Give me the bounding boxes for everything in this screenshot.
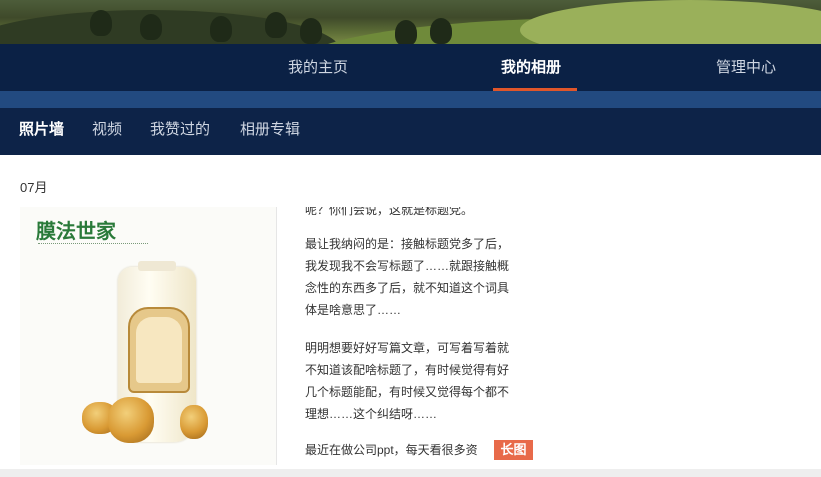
product-photo[interactable]: 膜法世家 <box>20 207 276 465</box>
card-divider <box>276 207 277 465</box>
nav-management-center[interactable]: 管理中心 <box>716 44 776 91</box>
ingredient-nut <box>108 397 154 443</box>
month-heading: 07月 <box>20 180 48 195</box>
brand-tagline-line <box>38 243 148 247</box>
album-sub-navigation: 照片墙 视频 我赞过的 相册专辑 <box>0 108 821 155</box>
photo-card[interactable]: 膜法世家 呢？你们会说，这就是标题党。 最让我纳闷的是：接触标题党多了后，我发现… <box>20 207 535 465</box>
text-paragraph: 最让我纳闷的是：接触标题党多了后，我发现我不会写标题了……就跟接触概念性的东西多… <box>305 237 510 317</box>
nav-my-albums[interactable]: 我的相册 <box>501 44 561 91</box>
text-paragraph: 明明想要好好写篇文章，可写着写着就不知道该配啥标题了，有时候觉得有好几个标题能配… <box>305 341 510 421</box>
text-line: 呢？你们会说，这就是标题党。 <box>305 207 474 217</box>
tab-photo-wall[interactable]: 照片墙 <box>19 108 64 152</box>
tab-videos[interactable]: 视频 <box>92 108 122 152</box>
tab-liked[interactable]: 我赞过的 <box>150 108 210 152</box>
nav-home[interactable]: 我的主页 <box>288 44 348 91</box>
nav-divider-stripe <box>0 91 821 108</box>
brand-logo: 膜法世家 <box>36 219 116 243</box>
tab-album-collections[interactable]: 相册专辑 <box>240 108 300 152</box>
top-navigation: 我的主页 我的相册 管理中心 <box>0 44 821 91</box>
header-banner-image <box>0 0 821 44</box>
long-image-badge: 长图 <box>494 440 533 460</box>
photo-wall-content: 07月 膜法世家 呢？你们会说，这就是标题党。 最让我纳闷的是：接触标题党多了后… <box>0 155 821 477</box>
page-bottom-edge <box>0 469 821 477</box>
text-paragraph: 最近在做公司ppt，每天看很多资 <box>305 443 478 457</box>
long-image-text-preview[interactable]: 呢？你们会说，这就是标题党。 最让我纳闷的是：接触标题党多了后，我发现我不会写标… <box>305 207 517 465</box>
ingredient-nut <box>180 405 208 439</box>
